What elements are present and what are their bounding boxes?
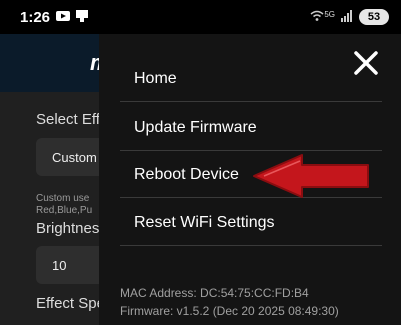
red-arrow-icon bbox=[253, 154, 369, 198]
wifi-icon bbox=[310, 10, 324, 25]
status-bar: 1:26 5G 53 bbox=[0, 0, 401, 34]
menu-item-home[interactable]: Home bbox=[120, 56, 382, 102]
status-time: 1:26 bbox=[20, 8, 51, 26]
firmware-version-text: Firmware: v1.5.2 (Dec 20 2025 08:49:30) bbox=[120, 304, 339, 318]
signal-label: 5G bbox=[324, 9, 335, 19]
status-right: 5G 53 bbox=[310, 9, 389, 25]
menu-item-update-firmware[interactable]: Update Firmware bbox=[120, 105, 382, 151]
status-left: 1:26 bbox=[20, 8, 89, 26]
effect-speed-label: Effect Spe bbox=[36, 295, 105, 312]
custom-hint-line1: Custom use bbox=[36, 193, 90, 204]
select-effect-label: Select Effe bbox=[36, 111, 109, 128]
mac-address-text: MAC Address: DC:54:75:CC:FD:B4 bbox=[120, 286, 309, 300]
media-icon bbox=[56, 9, 71, 26]
custom-hint-line2: Red,Blue,Pu bbox=[36, 205, 93, 216]
battery-indicator: 53 bbox=[359, 9, 389, 25]
cell-signal-icon bbox=[341, 9, 353, 25]
menu-item-reset-wifi[interactable]: Reset WiFi Settings bbox=[120, 200, 382, 246]
brightness-label: Brightness bbox=[36, 220, 107, 237]
cast-icon bbox=[76, 9, 89, 26]
